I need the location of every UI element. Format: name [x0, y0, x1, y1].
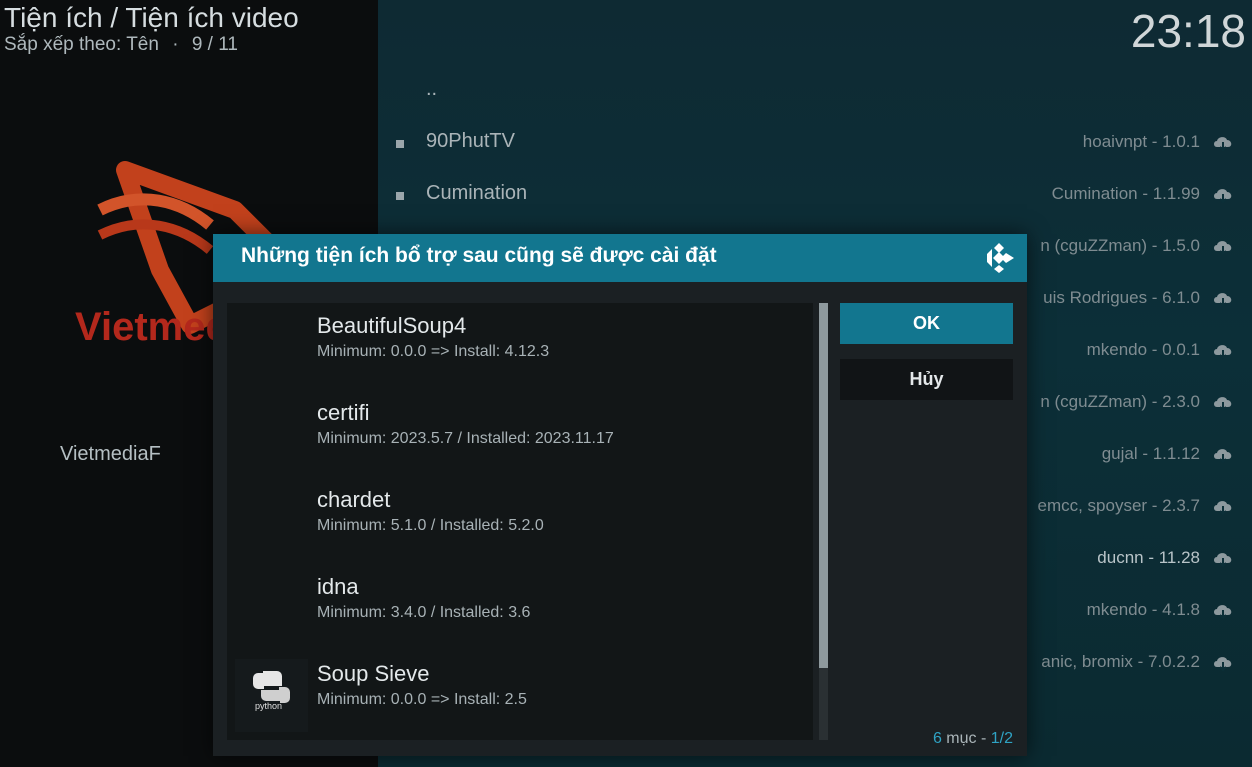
cloud-download-icon [1214, 501, 1232, 516]
bullet-icon [396, 192, 404, 200]
cloud-download-icon [1214, 137, 1232, 152]
list-item-name: Cumination [426, 182, 528, 204]
dependency-name: BeautifulSoup4 [317, 313, 467, 338]
cloud-download-icon [1214, 397, 1232, 412]
dependencies-dialog: Những tiện ích bổ trợ sau cũng sẽ được c… [213, 234, 1027, 756]
dependency-version: Minimum: 0.0.0 => Install: 2.5 [317, 691, 527, 708]
list-item-name: .. [426, 78, 438, 100]
cloud-download-icon [1214, 345, 1232, 360]
list-item-meta: n (cguZZman) - 1.5.0 [1040, 236, 1200, 255]
page-indicator: 1/2 [990, 730, 1013, 747]
list-item-meta: mkendo - 4.1.8 [1086, 600, 1200, 619]
cloud-download-icon [1214, 293, 1232, 308]
item-count-number: 6 [932, 730, 942, 747]
ok-button[interactable]: OK [840, 303, 1013, 344]
dependency-version: Minimum: 2023.5.7 / Installed: 2023.11.1… [317, 430, 614, 447]
dependency-list: BeautifulSoup4 Minimum: 0.0.0 => Install… [227, 303, 813, 740]
list-item-meta: n (cguZZman) - 2.3.0 [1040, 392, 1200, 411]
dependency-item[interactable]: chardet Minimum: 5.1.0 / Installed: 5.2.… [227, 477, 813, 564]
sort-info: Sắp xếp theo: Tên · 9 / 11 [4, 34, 238, 56]
clock: 23:18 [1130, 5, 1246, 57]
cloud-download-icon [1214, 241, 1232, 256]
dependency-name: idna [317, 574, 359, 599]
dependency-name: certifi [317, 400, 370, 425]
list-item-parent[interactable]: .. [378, 66, 1252, 118]
list-item-name: 90PhutTV [426, 130, 515, 152]
cloud-download-icon [1214, 605, 1232, 620]
item-count-label: mục - [941, 730, 991, 747]
list-item-meta: mkendo - 0.0.1 [1086, 340, 1200, 359]
cloud-download-icon [1214, 553, 1232, 568]
cancel-button[interactable]: Hủy [840, 359, 1013, 400]
python-logo-icon: python [235, 659, 308, 732]
list-item-meta: anic, bromix - 7.0.2.2 [1041, 652, 1200, 671]
addon-label: VietmediaF [60, 443, 161, 465]
dialog-header: Những tiện ích bổ trợ sau cũng sẽ được c… [213, 234, 1027, 282]
dependency-version: Minimum: 5.1.0 / Installed: 5.2.0 [317, 517, 544, 534]
cloud-download-icon [1214, 189, 1232, 204]
scrollbar-thumb[interactable] [819, 303, 828, 668]
dependency-item[interactable]: python Soup Sieve Minimum: 0.0.0 => Inst… [227, 651, 813, 738]
kodi-logo-icon [987, 243, 1014, 273]
separator: · [172, 34, 179, 55]
list-item-meta: gujal - 1.1.12 [1101, 444, 1200, 463]
list-item-meta: hoaivnpt - 1.0.1 [1082, 132, 1200, 151]
bullet-icon [396, 140, 404, 148]
list-item[interactable]: Cumination Cumination - 1.1.99 [378, 170, 1252, 222]
list-item[interactable]: 90PhutTV hoaivnpt - 1.0.1 [378, 118, 1252, 170]
list-item-meta: ducnn - 11.28 [1097, 548, 1200, 567]
cloud-download-icon [1214, 657, 1232, 672]
list-item-meta: uis Rodrigues - 6.1.0 [1043, 288, 1200, 307]
list-item-meta: emcc, spoyser - 2.3.7 [1037, 496, 1200, 515]
dependency-name: Soup Sieve [317, 661, 430, 686]
list-item-meta: Cumination - 1.1.99 [1051, 184, 1200, 203]
item-count: 6 mục - 1/2 [933, 730, 1013, 748]
dependency-item[interactable]: BeautifulSoup4 Minimum: 0.0.0 => Install… [227, 303, 813, 390]
dependency-item[interactable]: idna Minimum: 3.4.0 / Installed: 3.6 [227, 564, 813, 651]
dialog-title: Những tiện ích bổ trợ sau cũng sẽ được c… [241, 244, 717, 267]
dependency-version: Minimum: 0.0.0 => Install: 4.12.3 [317, 343, 550, 360]
sort-label[interactable]: Sắp xếp theo: Tên [4, 34, 159, 55]
dependency-name: chardet [317, 487, 391, 512]
page-title: Tiện ích / Tiện ích video [4, 2, 299, 33]
logo-text: Vietmed [75, 305, 230, 349]
cloud-download-icon [1214, 449, 1232, 464]
python-logo-text: python [255, 701, 282, 711]
item-position: 9 / 11 [191, 34, 238, 55]
dependency-version: Minimum: 3.4.0 / Installed: 3.6 [317, 604, 531, 621]
dependency-item[interactable]: certifi Minimum: 2023.5.7 / Installed: 2… [227, 390, 813, 477]
